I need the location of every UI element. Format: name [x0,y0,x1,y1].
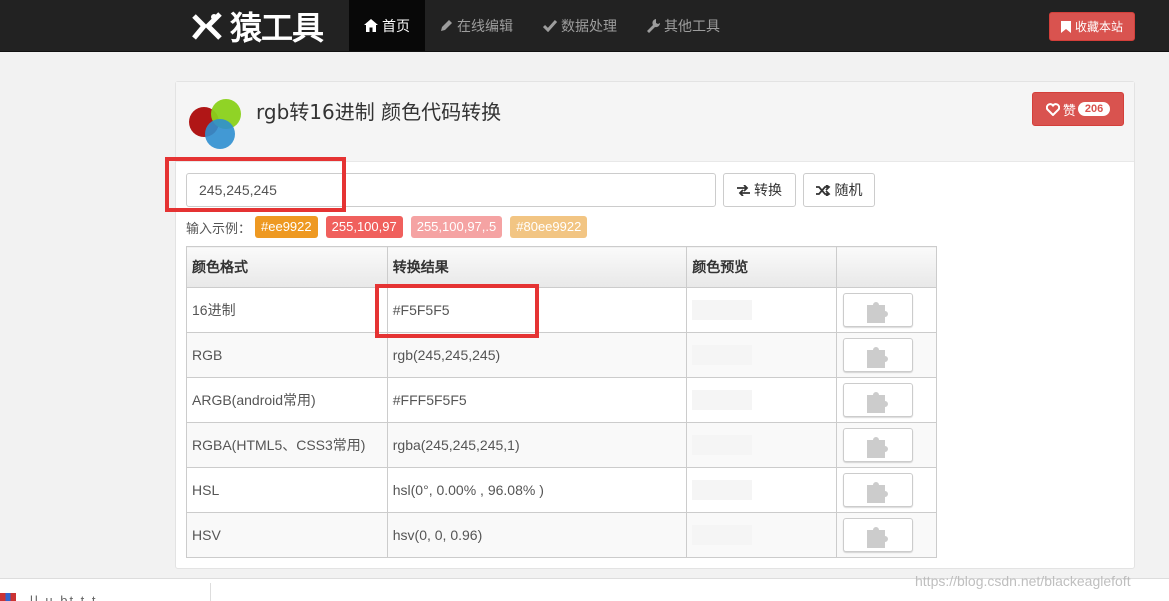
column-header-preview: 颜色预览 [686,246,838,288]
action-cell [836,287,937,333]
nav-item-data-processing[interactable]: 数据处理 [528,0,632,51]
column-header-format: 颜色格式 [186,246,388,288]
copy-button[interactable] [843,428,914,462]
puzzle-icon [867,347,889,368]
bookmark-site-button[interactable]: 收藏本站 [1049,12,1135,41]
puzzle-icon [867,392,889,413]
logo-text: 猿工具 [230,9,324,47]
bookmark-icon [1060,20,1071,33]
flag-icon [0,593,16,601]
action-cell [836,512,937,558]
color-preview-swatch [692,300,753,320]
table-header-row: 颜色格式 转换结果 颜色预览 [186,246,937,288]
pencil-icon [441,20,452,31]
color-preview-swatch [692,390,753,410]
nav-item-label: 首页 [382,17,410,34]
color-preview-swatch [692,480,753,500]
table-row: 16进制 #F5F5F5 [186,287,937,333]
panel-header: rgb转16进制 颜色代码转换 赞 206 [176,82,1134,162]
example-tag[interactable]: #ee9922 [255,216,318,238]
copy-button[interactable] [843,338,914,372]
table-row: HSL hsl(0°, 0.00% , 96.08% ) [186,467,937,513]
nav-item-label: 数据处理 [561,17,617,34]
table-row: ARGB(android常用) #FFF5F5F5 [186,377,937,423]
main-nav: 首页 在线编辑 数据处理 其他工具 [349,0,735,51]
copy-button[interactable] [843,518,914,552]
bookmark-label: 收藏本站 [1074,20,1123,34]
table-row: RGBA(HTML5、CSS3常用) rgba(245,245,245,1) [186,422,937,468]
color-preview-swatch [692,525,753,545]
home-icon [364,19,378,32]
input-examples: 输入示例： #ee9922 255,100,97 255,100,97,.5 #… [186,215,595,239]
conversion-result-table: 颜色格式 转换结果 颜色预览 16进制 #F5F5F5 RGB rgb(245,… [186,246,937,558]
swap-icon [737,184,750,196]
preview-cell [686,287,838,333]
result-cell[interactable]: #FFF5F5F5 [386,377,688,423]
color-preview-swatch [692,435,753,455]
check-icon [543,19,557,32]
shuffle-icon [815,184,830,196]
divider [210,583,211,601]
nav-item-label: 在线编辑 [457,17,513,34]
nav-item-home[interactable]: 首页 [349,0,425,51]
result-cell[interactable]: hsv(0, 0, 0.96) [386,512,688,558]
preview-cell [686,332,838,378]
result-cell[interactable]: rgba(245,245,245,1) [386,422,688,468]
result-cell[interactable]: rgb(245,245,245) [386,332,688,378]
puzzle-icon [867,527,889,548]
copy-button[interactable] [843,473,914,507]
format-cell: ARGB(android常用) [186,377,388,423]
example-tag[interactable]: 255,100,97 [325,216,403,238]
top-navbar: 猿工具 首页 在线编辑 数据处理 其他工具 收藏本站 [0,0,1169,52]
puzzle-icon [867,302,889,323]
preview-cell [686,377,838,423]
wrench-icon [647,18,660,33]
convert-label: 转换 [754,182,782,198]
page-title: rgb转16进制 颜色代码转换 [256,100,502,124]
table-row: HSV hsv(0, 0, 0.96) [186,512,937,558]
table-row: RGB rgb(245,245,245) [186,332,937,378]
result-cell[interactable]: hsl(0°, 0.00% , 96.08% ) [386,467,688,513]
nav-item-label: 其他工具 [664,17,720,34]
highlight-box-input [165,157,346,212]
copy-button[interactable] [843,293,914,327]
puzzle-icon [867,437,889,458]
logo-mark-icon [192,12,222,40]
action-cell [836,467,937,513]
random-label: 随机 [834,182,863,198]
nav-item-other-tools[interactable]: 其他工具 [632,0,735,51]
example-tag[interactable]: 255,100,97,.5 [410,216,503,238]
format-cell: HSL [186,467,388,513]
watermark-text: https://blog.csdn.net/blackeaglefoft [915,573,1131,589]
action-cell [836,422,937,468]
like-count-badge: 206 [1077,102,1111,116]
example-tag[interactable]: #80ee9922 [510,216,588,238]
format-cell: HSV [186,512,388,558]
convert-button[interactable]: 转换 [723,173,796,207]
color-preview-swatch [692,345,753,365]
random-button[interactable]: 随机 [803,173,875,207]
format-cell: RGBA(HTML5、CSS3常用) [186,422,388,468]
tool-panel: rgb转16进制 颜色代码转换 赞 206 转换 随机 输入示例： #ee992… [175,81,1135,569]
bottom-text: ll u bt t t [30,593,98,601]
copy-button[interactable] [843,383,914,417]
format-cell: RGB [186,332,388,378]
action-cell [836,377,937,423]
heart-icon [1045,102,1060,116]
color-circles-icon [189,99,241,149]
column-header-action [836,246,937,288]
like-button[interactable]: 赞 206 [1032,92,1124,126]
preview-cell [686,467,838,513]
nav-item-online-edit[interactable]: 在线编辑 [425,0,528,51]
like-label: 赞 [1062,102,1076,118]
action-cell [836,332,937,378]
preview-cell [686,422,838,468]
examples-label: 输入示例： [186,220,252,236]
preview-cell [686,512,838,558]
format-cell: 16进制 [186,287,388,333]
site-logo[interactable]: 猿工具 [190,6,324,47]
highlight-box-result [375,284,539,338]
column-header-result: 转换结果 [386,246,688,288]
puzzle-icon [867,482,889,503]
